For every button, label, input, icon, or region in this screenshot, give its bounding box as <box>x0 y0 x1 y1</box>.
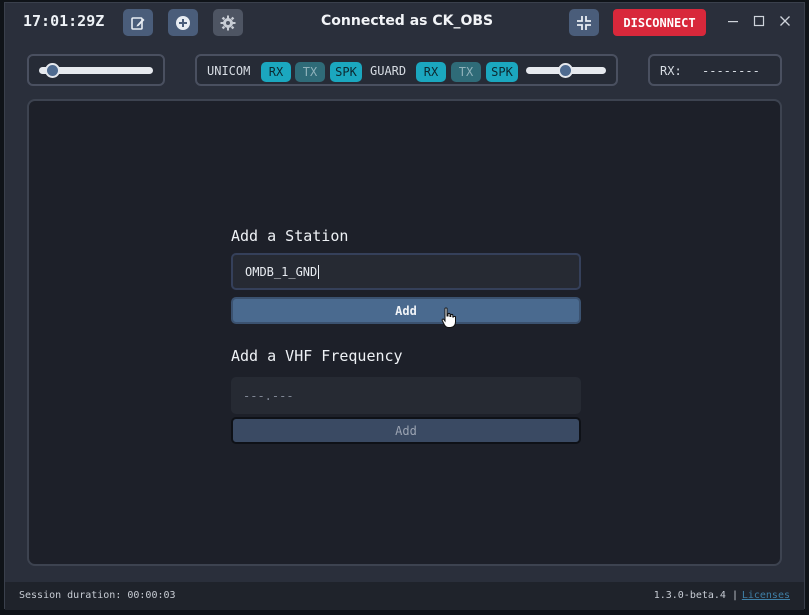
version-label: 1.3.0-beta.4 | <box>653 590 738 601</box>
add-station-button[interactable] <box>168 9 198 36</box>
add-station-title: Add a Station <box>231 227 349 245</box>
station-input[interactable]: OMDB_1_GND <box>231 253 581 290</box>
guard-spk-toggle[interactable]: SPK <box>486 62 518 82</box>
add-station-button[interactable]: Add <box>231 297 581 324</box>
guard-rx-toggle[interactable]: RX <box>416 62 446 82</box>
unicom-rx-toggle[interactable]: RX <box>261 62 291 82</box>
guard-label: GUARD <box>370 64 407 78</box>
hand-cursor-icon <box>441 307 456 328</box>
app-window: 17:01:29Z Connected as CK_OBS DISCONNECT… <box>4 2 805 610</box>
main-volume-panel <box>27 54 165 86</box>
gear-icon <box>220 15 236 30</box>
vhf-input-placeholder: ---.--- <box>243 388 294 403</box>
main-content: Add a Station OMDB_1_GND Add Add a VHF F… <box>27 99 782 566</box>
main-volume-knob[interactable] <box>45 63 60 78</box>
add-vhf-button[interactable]: Add <box>231 417 581 444</box>
settings-button[interactable] <box>213 9 243 36</box>
connection-status: Connected as CK_OBS <box>321 13 494 29</box>
utc-clock: 17:01:29Z <box>23 12 105 30</box>
compress-icon <box>577 15 591 30</box>
licenses-link[interactable]: Licenses <box>742 590 790 601</box>
compact-mode-button[interactable] <box>569 9 599 36</box>
text-caret <box>318 264 320 279</box>
rx-panel: RX: -------- <box>648 54 782 86</box>
minimize-icon <box>728 21 738 23</box>
session-duration: Session duration: 00:00:03 <box>19 590 176 601</box>
guard-volume-knob[interactable] <box>558 63 573 78</box>
station-input-value: OMDB_1_GND <box>245 264 318 279</box>
edit-icon <box>131 16 145 30</box>
minimize-button[interactable] <box>725 13 741 29</box>
disconnect-button[interactable]: DISCONNECT <box>613 9 706 36</box>
close-icon <box>780 16 790 26</box>
status-bar: Session duration: 00:00:03 1.3.0-beta.4 … <box>5 582 804 610</box>
guard-tx-toggle[interactable]: TX <box>451 62 481 82</box>
add-vhf-title: Add a VHF Frequency <box>231 347 403 365</box>
radio-panel: UNICOM RX TX SPK GUARD RX TX SPK <box>195 54 618 86</box>
unicom-tx-toggle[interactable]: TX <box>295 62 325 82</box>
edit-button[interactable] <box>123 9 153 36</box>
maximize-button[interactable] <box>751 13 767 29</box>
vhf-frequency-input[interactable]: ---.--- <box>231 377 581 414</box>
close-button[interactable] <box>777 13 793 29</box>
maximize-icon <box>753 15 765 27</box>
title-bar[interactable]: 17:01:29Z Connected as CK_OBS DISCONNECT <box>5 3 804 43</box>
rx-callsign: -------- <box>702 64 760 78</box>
unicom-label: UNICOM <box>207 64 251 78</box>
add-circle-icon <box>176 15 190 30</box>
rx-label: RX: <box>660 64 682 78</box>
unicom-spk-toggle[interactable]: SPK <box>330 62 362 82</box>
